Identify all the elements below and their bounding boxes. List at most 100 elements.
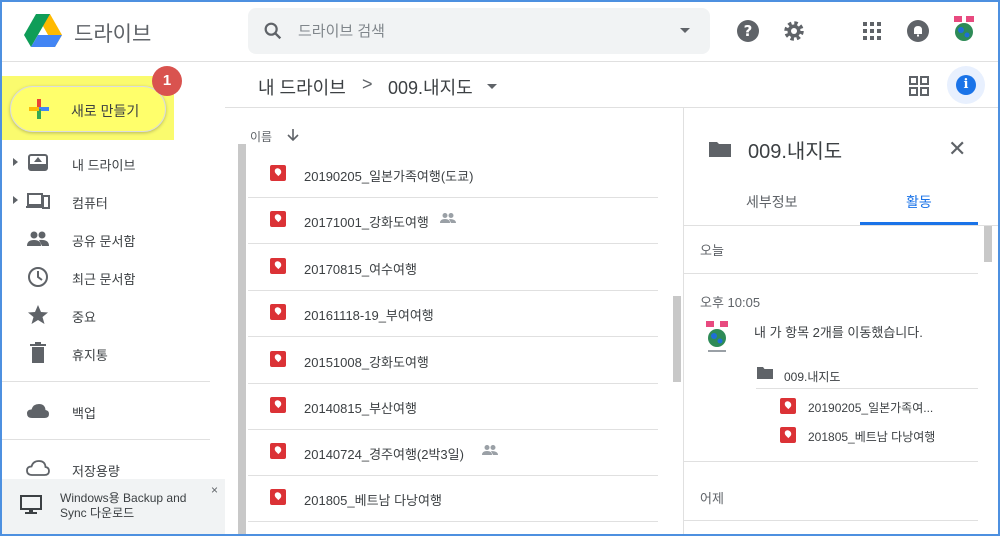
close-icon[interactable]: ✕: [948, 136, 966, 162]
activity-text: 내 가 항목 2개를 이동했습니다.: [754, 325, 923, 340]
sidebar-item-label: 컴퓨터: [72, 196, 108, 211]
search-icon[interactable]: [262, 20, 284, 42]
search-input[interactable]: [298, 18, 658, 44]
sidebar-item-label: 백업: [72, 406, 96, 421]
my-maps-file-icon: [270, 304, 286, 320]
folder-icon: [757, 367, 773, 379]
breadcrumb: 내 드라이브 > 009.내지도 i: [225, 62, 1000, 108]
cloud-icon: [27, 404, 49, 418]
section-divider: [684, 461, 978, 462]
search-bar[interactable]: [248, 8, 710, 54]
grid-view-icon[interactable]: [908, 75, 930, 97]
activity-file-name: 201805_베트남 다낭여행: [808, 430, 936, 444]
drive-logo-icon[interactable]: [24, 14, 62, 48]
backup-download-card[interactable]: Windows용 Backup and Sync 다운로드 ×: [0, 479, 225, 535]
my-maps-file-icon: [270, 443, 286, 459]
file-name: 201805_베트남 다낭여행: [304, 493, 442, 508]
breadcrumb-current[interactable]: 009.내지도: [388, 74, 473, 100]
file-row[interactable]: 20161118-19_부여여행: [248, 291, 658, 337]
file-row[interactable]: 20140815_부산여행: [248, 384, 658, 430]
new-button-label: 새로 만들기: [71, 103, 140, 119]
file-row[interactable]: 20190205_일본가족여행(도쿄): [248, 152, 658, 198]
svg-text:?: ?: [744, 22, 753, 40]
tab-details[interactable]: 세부정보: [746, 192, 798, 212]
activity-folder-name[interactable]: 009.내지도: [784, 368, 840, 385]
top-bar: 드라이브 ?: [0, 0, 1000, 62]
account-avatar[interactable]: [948, 14, 980, 46]
expand-caret-icon[interactable]: [13, 158, 18, 166]
plus-icon: [29, 99, 49, 119]
details-info-button[interactable]: i: [947, 66, 985, 104]
activity-file-name: 20190205_일본가족여...: [808, 401, 934, 415]
new-button[interactable]: 새로 만들기: [10, 86, 166, 132]
panel-title: 009.내지도: [748, 141, 843, 163]
file-name: 20170815_여수여행: [304, 262, 417, 277]
sidebar-item-label: 최근 문서함: [72, 272, 136, 287]
computer-icon: [26, 193, 50, 209]
activity-file-item[interactable]: 20190205_일본가족여...: [780, 398, 980, 426]
expand-caret-icon[interactable]: [13, 196, 18, 204]
sidebar-item-backup[interactable]: 백업: [0, 392, 225, 430]
my-maps-file-icon: [270, 258, 286, 274]
sidebar-item-starred[interactable]: 중요: [0, 296, 225, 334]
settings-gear-icon[interactable]: [782, 19, 806, 43]
sidebar-item-label: 휴지통: [72, 348, 108, 363]
file-name: 20151008_강화도여행: [304, 355, 429, 370]
my-maps-file-icon: [270, 165, 286, 181]
sidebar-item-trash[interactable]: 휴지통: [0, 334, 225, 372]
my-maps-file-icon: [270, 211, 286, 227]
today-label: 오늘: [700, 243, 724, 258]
trash-icon: [30, 342, 46, 363]
breadcrumb-separator-icon: >: [362, 74, 373, 94]
active-tab-indicator: [860, 222, 978, 225]
section-divider: [756, 388, 978, 389]
file-list-scrollbar[interactable]: [673, 296, 681, 382]
tab-activity[interactable]: 활동: [906, 192, 932, 212]
apps-grid-icon[interactable]: [860, 19, 884, 43]
folder-menu-caret-icon[interactable]: [487, 84, 497, 89]
sidebar-item-computers[interactable]: 컴퓨터: [0, 182, 225, 220]
section-divider: [684, 520, 978, 521]
sidebar: 새로 만들기 1 내 드라이브 컴퓨터 공유 문서함 최근 문서함 중요 휴지통…: [0, 62, 225, 536]
help-icon[interactable]: ?: [736, 19, 760, 43]
file-row[interactable]: 20140724_경주여행(2박3일): [248, 430, 658, 476]
file-name: 20140724_경주여행(2박3일): [304, 447, 464, 462]
file-row[interactable]: 20171001_강화도여행: [248, 198, 658, 244]
file-row[interactable]: 20151008_강화도여행: [248, 338, 658, 384]
yesterday-label: 어제: [700, 491, 724, 506]
notifications-bell-icon[interactable]: [906, 19, 930, 43]
panel-scrollbar[interactable]: [984, 226, 992, 262]
backup-card-close-icon[interactable]: ×: [211, 483, 218, 497]
info-icon: i: [956, 75, 976, 95]
sort-down-arrow-icon[interactable]: [286, 128, 300, 142]
file-name: 20140815_부산여행: [304, 401, 417, 416]
app-title: 드라이브: [74, 23, 152, 46]
drive-icon: [28, 154, 48, 171]
file-name: 20190205_일본가족여행(도쿄): [304, 169, 474, 184]
file-row[interactable]: 20170815_여수여행: [248, 245, 658, 291]
shared-people-icon: [482, 445, 498, 455]
name-column-header[interactable]: 이름: [250, 128, 272, 145]
my-maps-file-icon: [270, 397, 286, 413]
sidebar-item-recent[interactable]: 최근 문서함: [0, 258, 225, 296]
storage-label[interactable]: 저장용량: [72, 461, 120, 480]
activity-file-item[interactable]: 201805_베트남 다낭여행: [780, 427, 980, 455]
monitor-icon: [20, 495, 42, 514]
sidebar-divider: [0, 381, 210, 382]
backup-card-text: Windows용 Backup and Sync 다운로드: [60, 491, 187, 520]
my-maps-file-icon: [270, 489, 286, 505]
file-name: 20171001_강화도여행: [304, 215, 429, 230]
file-name: 20161118-19_부여여행: [304, 308, 434, 323]
file-row[interactable]: 201805_베트남 다낭여행: [248, 476, 658, 522]
details-panel: 009.내지도 ✕ 세부정보 활동 오늘 오후 10:05 내 가 항목 2개를…: [683, 108, 1000, 536]
search-options-icon[interactable]: [680, 28, 690, 33]
section-divider: [684, 273, 978, 274]
people-icon: [27, 231, 49, 246]
left-scrollbar[interactable]: [238, 144, 246, 536]
my-maps-file-icon: [270, 351, 286, 367]
my-maps-file-icon: [780, 398, 796, 414]
sidebar-item-label: 중요: [72, 310, 96, 325]
breadcrumb-root[interactable]: 내 드라이브: [258, 74, 346, 100]
sidebar-item-my-drive[interactable]: 내 드라이브: [0, 144, 225, 182]
sidebar-item-shared[interactable]: 공유 문서함: [0, 220, 225, 258]
